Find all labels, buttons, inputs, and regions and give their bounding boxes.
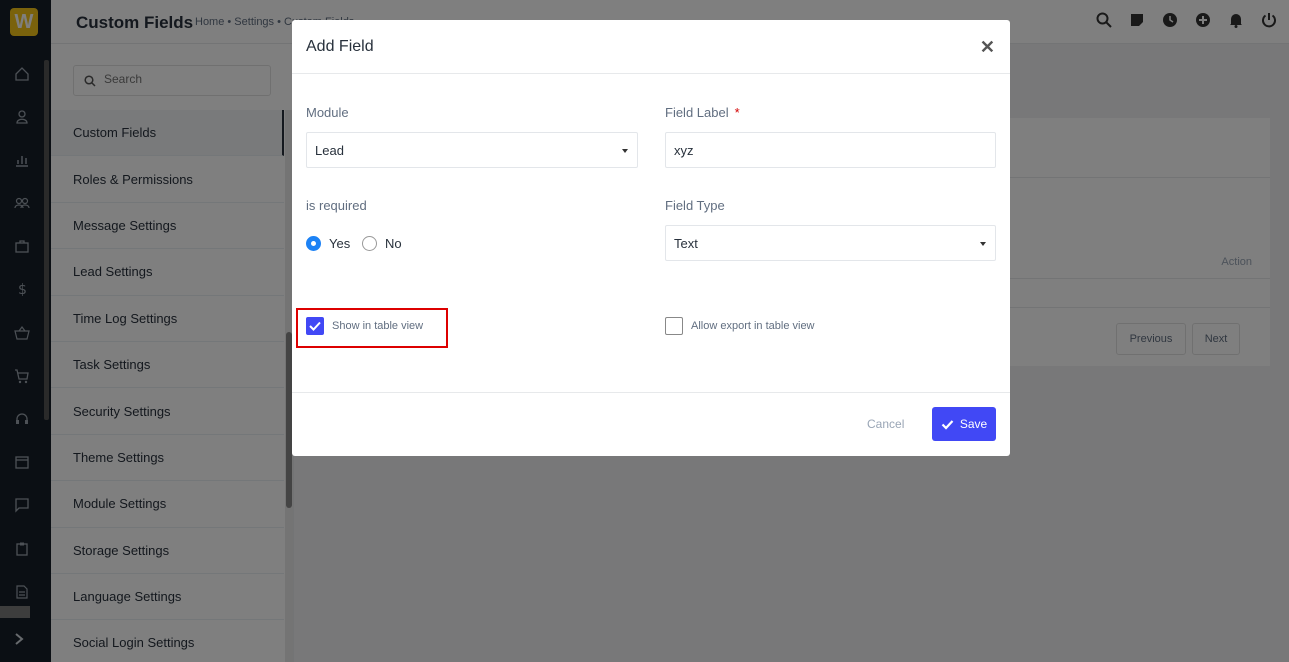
is-required-label: is required	[306, 198, 367, 213]
allow-export-checkbox[interactable]: Allow export in table view	[665, 317, 815, 335]
cancel-button[interactable]: Cancel	[867, 417, 904, 431]
radio-unselected-icon[interactable]	[362, 236, 377, 251]
field-type-select-value: Text	[674, 235, 698, 251]
caret-down-icon	[622, 149, 628, 153]
checkbox-unchecked-icon[interactable]	[665, 317, 683, 335]
field-type-label: Field Type	[665, 198, 725, 213]
modal-header: Add Field ✕	[292, 20, 1010, 74]
show-in-table-checkbox[interactable]: Show in table view	[306, 317, 423, 335]
checkbox-checked-icon[interactable]	[306, 317, 324, 335]
module-select[interactable]: Lead	[306, 132, 638, 168]
close-icon[interactable]: ✕	[980, 38, 995, 56]
show-in-table-label: Show in table view	[332, 320, 424, 332]
is-required-no-radio[interactable]: No	[362, 236, 402, 251]
add-field-modal: Add Field ✕ Module Lead Field Label * xyz…	[292, 20, 1010, 456]
field-label-label: Field Label *	[665, 105, 740, 120]
module-select-value: Lead	[315, 142, 344, 158]
yes-label: Yes	[329, 236, 351, 251]
is-required-yes-radio[interactable]: Yes	[306, 236, 350, 251]
radio-selected-icon[interactable]	[306, 236, 321, 251]
module-label: Module	[306, 105, 349, 120]
field-label-text: Field Label	[665, 105, 729, 120]
caret-down-icon	[980, 242, 986, 246]
modal-title: Add Field	[306, 38, 374, 55]
field-type-select[interactable]: Text	[665, 225, 996, 261]
save-button-label: Save	[959, 417, 988, 431]
no-label: No	[385, 236, 402, 251]
modal-footer-divider	[292, 392, 1010, 393]
save-button[interactable]: Save	[932, 407, 996, 441]
field-label-input-value: xyz	[674, 142, 694, 158]
allow-export-label: Allow export in table view	[691, 320, 815, 332]
field-label-input[interactable]: xyz	[665, 132, 996, 168]
check-icon	[941, 419, 954, 430]
required-asterisk: *	[734, 105, 740, 120]
